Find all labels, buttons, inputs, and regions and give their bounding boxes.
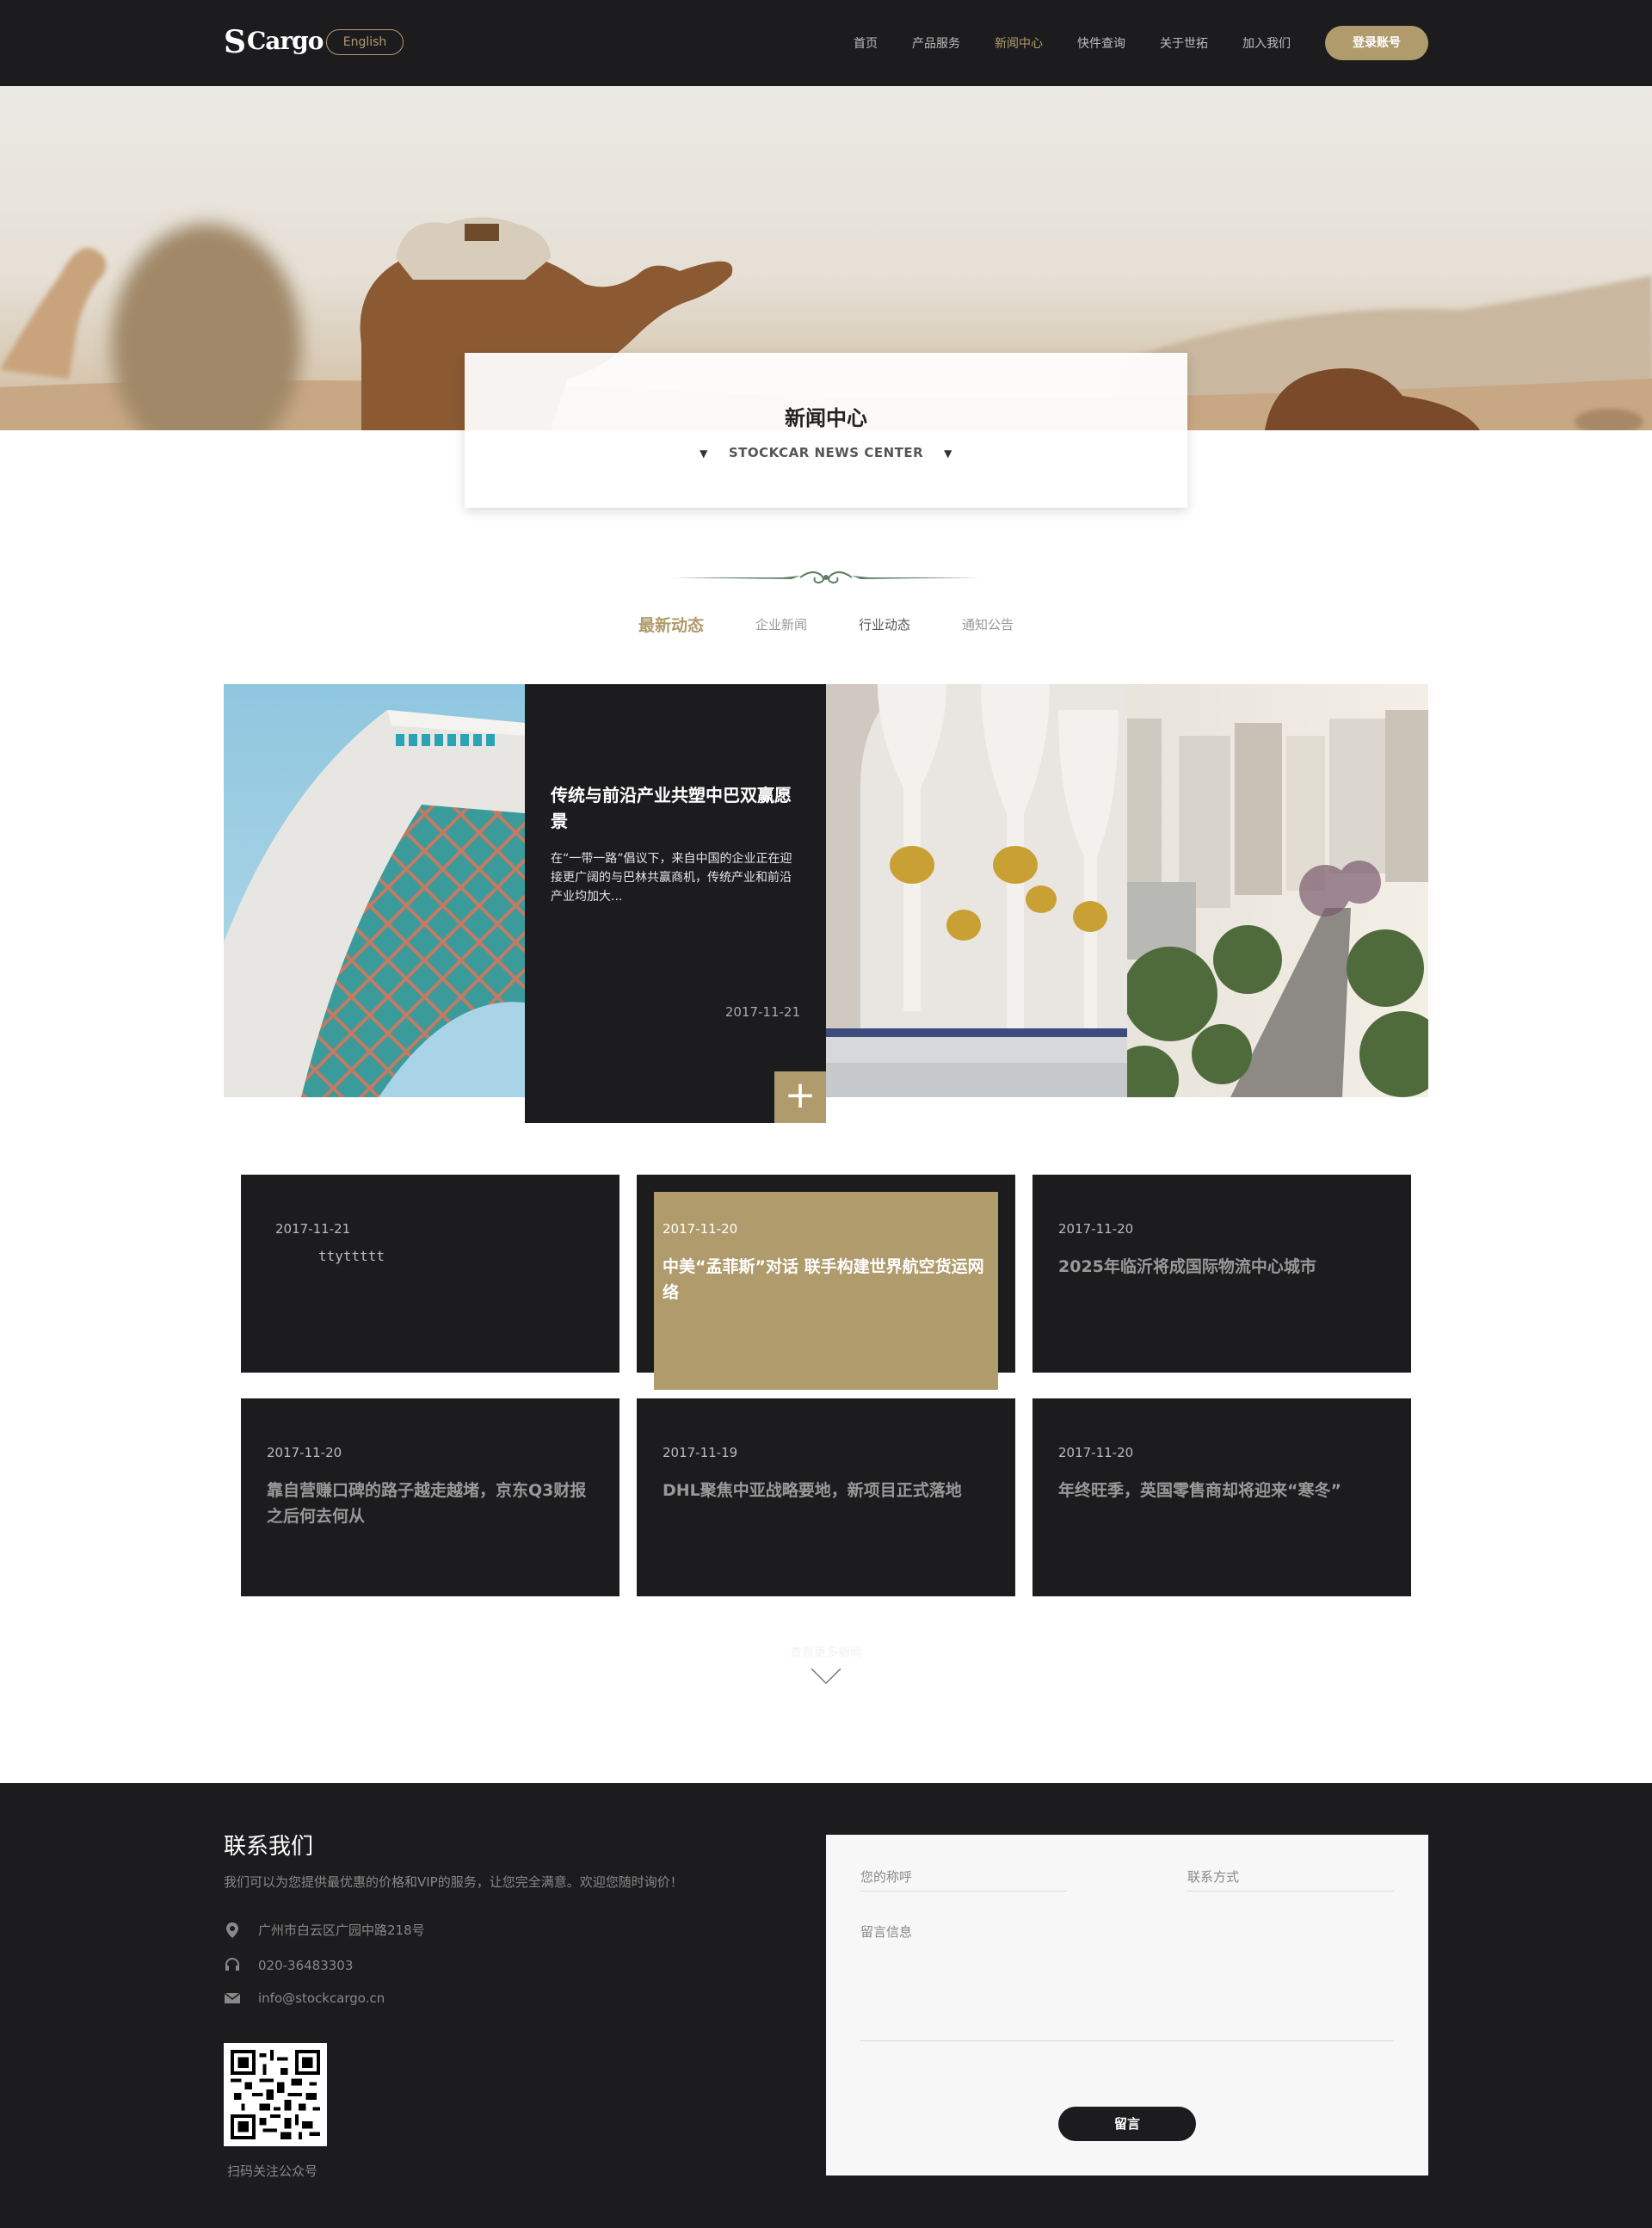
language-switch-button[interactable]: English: [326, 29, 404, 55]
mosque-arches-image[interactable]: [826, 684, 1127, 1097]
tab-latest[interactable]: 最新动态: [638, 613, 704, 636]
featured-news-card[interactable]: 传统与前沿产业共塑中巴双赢愿景 在“一带一路”倡议下，来自中国的企业正在迎接更广…: [525, 684, 826, 1123]
contact-address: 广州市白云区广园中路218号: [224, 1921, 425, 1939]
login-button[interactable]: 登录账号: [1325, 26, 1428, 60]
ornament-divider-icon: [671, 571, 981, 584]
headset-icon: [225, 1958, 239, 1971]
contact-subtitle: 我们可以为您提供最优惠的价格和VIP的服务，让您完全满意。欢迎您随时询价！: [224, 1874, 683, 1890]
news-card[interactable]: 2017-11-20 靠自营赚口碑的路子越走越堵，京东Q3财报之后何去何从: [241, 1398, 620, 1596]
contact-title: 联系我们: [224, 1834, 314, 1860]
featured-news-row: 传统与前沿产业共塑中巴双赢愿景 在“一带一路”倡议下，来自中国的企业正在迎接更广…: [224, 684, 1428, 1123]
contact-method-field[interactable]: 联系方式: [1187, 1867, 1394, 1892]
news-date: 2017-11-20: [1058, 1445, 1134, 1460]
news-date: 2017-11-19: [663, 1445, 738, 1460]
name-field[interactable]: 您的称呼: [860, 1867, 1067, 1892]
news-title[interactable]: 年终旺季，英国零售商却将迎来“寒冬”: [1058, 1478, 1385, 1503]
nav-item-join[interactable]: 加入我们: [1242, 34, 1291, 52]
nav-item-products[interactable]: 产品服务: [912, 34, 960, 52]
triangle-down-icon: ▼: [700, 447, 708, 460]
qr-code-label: 扫码关注公众号: [227, 2163, 318, 2179]
site-header: SCargo English 首页 产品服务 新闻中心 快件查询 关于世拓 加入…: [0, 0, 1652, 86]
tab-industry-news[interactable]: 行业动态: [859, 615, 910, 633]
news-title[interactable]: 靠自营赚口碑的路子越走越堵，京东Q3财报之后何去何从: [267, 1478, 594, 1529]
news-title[interactable]: DHL聚焦中亚战略要地，新项目正式落地: [663, 1478, 989, 1503]
site-logo[interactable]: SCargo: [224, 24, 324, 60]
triangle-down-icon: ▼: [944, 447, 952, 460]
news-card[interactable]: 2017-11-19 DHL聚焦中亚战略要地，新项目正式落地: [637, 1398, 1015, 1596]
news-title[interactable]: ttyttttt: [318, 1244, 645, 1269]
nav-item-news[interactable]: 新闻中心: [995, 34, 1043, 52]
tab-announcements[interactable]: 通知公告: [962, 615, 1014, 633]
news-date: 2017-11-20: [663, 1221, 738, 1237]
contact-email: info@stockcargo.cn: [224, 1990, 385, 2007]
featured-news-description: 在“一带一路”倡议下，来自中国的企业正在迎接更广阔的与巴林共赢商机，传统产业和前…: [551, 852, 792, 904]
tower-architecture-image[interactable]: [224, 684, 525, 1097]
logo-mark: S: [224, 24, 246, 60]
contact-form: 您的称呼 联系方式 留言信息 留言: [826, 1835, 1428, 2176]
nav-item-tracking[interactable]: 快件查询: [1077, 34, 1125, 52]
nav-item-about[interactable]: 关于世拓: [1160, 34, 1208, 52]
contact-phone-text: 020-36483303: [258, 1958, 354, 1973]
page-subtitle: ▼ STOCKCAR NEWS CENTER ▼: [465, 445, 1187, 460]
news-card[interactable]: 2017-11-20 2025年临沂将成国际物流中心城市: [1032, 1175, 1411, 1373]
location-pin-icon: [226, 1922, 238, 1938]
news-date: 2017-11-20: [1058, 1221, 1134, 1237]
news-title[interactable]: 中美“孟菲斯”对话 联手构建世界航空货运网络: [663, 1254, 989, 1305]
featured-news-date: 2017-11-21: [724, 1004, 800, 1020]
news-date: 2017-11-20: [267, 1445, 342, 1460]
main-nav: 首页 产品服务 新闻中心 快件查询 关于世拓 加入我们: [854, 0, 1291, 86]
nav-item-home[interactable]: 首页: [854, 34, 878, 52]
news-title[interactable]: 2025年临沂将成国际物流中心城市: [1058, 1254, 1385, 1280]
contact-email-text[interactable]: info@stockcargo.cn: [258, 1990, 385, 2006]
site-footer: 联系我们 我们可以为您提供最优惠的价格和VIP的服务，让您完全满意。欢迎您随时询…: [0, 1783, 1652, 2228]
news-date: 2017-11-21: [275, 1221, 351, 1237]
envelope-icon: [224, 1992, 241, 2003]
featured-news-title[interactable]: 传统与前沿产业共塑中巴双赢愿景: [551, 782, 800, 834]
news-card[interactable]: 2017-11-20 年终旺季，英国零售商却将迎来“寒冬”: [1032, 1398, 1411, 1596]
contact-address-text: 广州市白云区广园中路218号: [258, 1922, 425, 1938]
city-street-image[interactable]: [1127, 684, 1428, 1097]
logo-text: Cargo: [247, 27, 324, 55]
page-title: 新闻中心: [785, 406, 867, 430]
chevron-down-icon[interactable]: [811, 1668, 841, 1685]
tab-company-news[interactable]: 企业新闻: [755, 615, 807, 633]
page-subtitle-text: STOCKCAR NEWS CENTER: [728, 445, 924, 460]
news-card-highlight[interactable]: 2017-11-20 中美“孟菲斯”对话 联手构建世界航空货运网络: [654, 1192, 998, 1390]
news-card[interactable]: 2017-11-20 中美“孟菲斯”对话 联手构建世界航空货运网络: [637, 1175, 1015, 1390]
load-more-label[interactable]: 查看更多新闻: [0, 1644, 1652, 1661]
contact-phone: 020-36483303: [224, 1957, 353, 1974]
news-category-tabs: 最新动态 企业新闻 行业动态 通知公告: [0, 613, 1652, 636]
news-card[interactable]: 2017-11-21 ttyttttt: [241, 1175, 620, 1373]
qr-code-image: [224, 2043, 327, 2146]
submit-message-button[interactable]: 留言: [1058, 2107, 1196, 2141]
message-textarea[interactable]: 留言信息: [860, 1922, 1394, 2041]
hero-title-card: 新闻中心 ▼ STOCKCAR NEWS CENTER ▼: [465, 353, 1187, 508]
plus-icon[interactable]: +: [774, 1071, 826, 1123]
